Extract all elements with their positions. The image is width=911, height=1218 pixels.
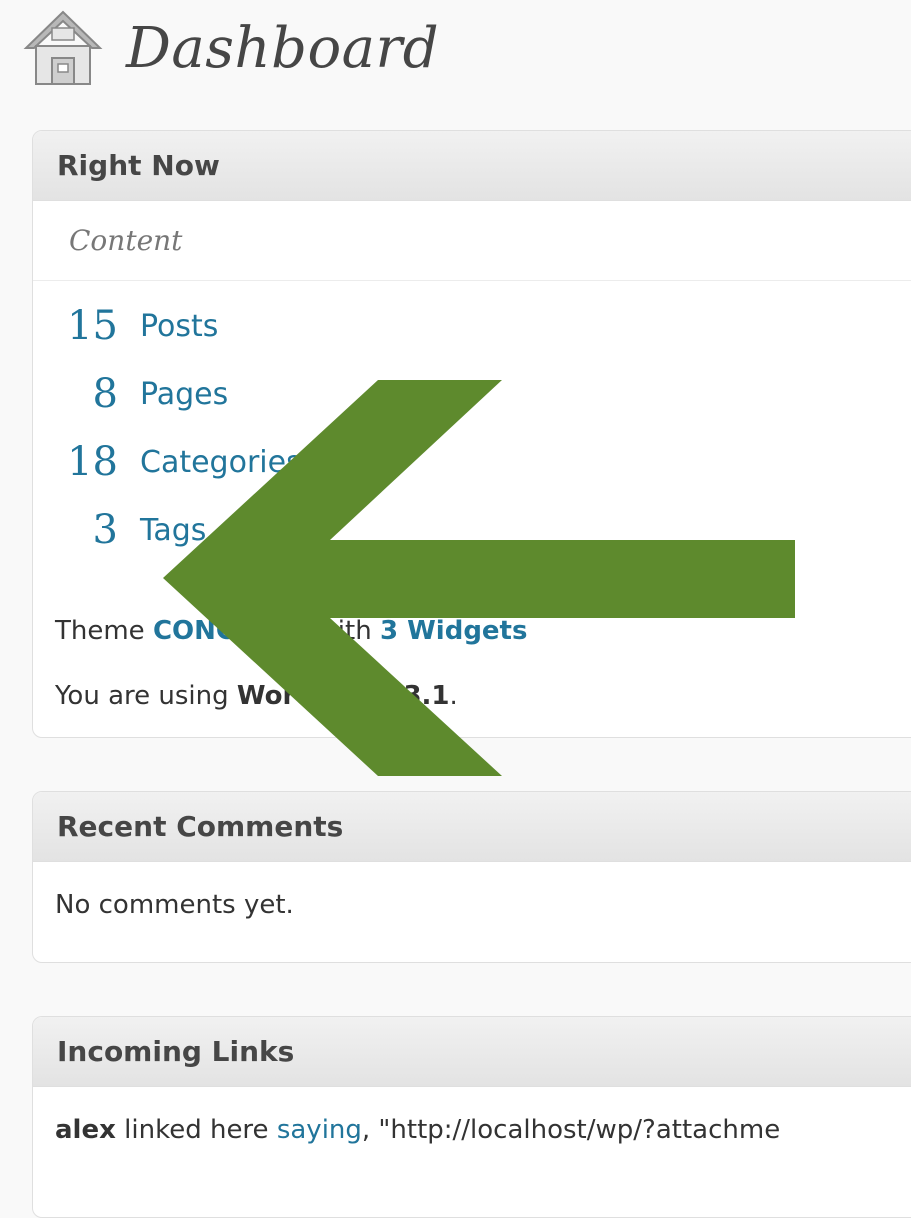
incoming-link-entry: alex linked here saying, "http://localho… xyxy=(33,1087,911,1145)
theme-line: Theme CONCRETE with 3 Widgets xyxy=(55,616,527,646)
version-name: WordPress 3.1 xyxy=(236,681,450,711)
content-subheading: Content xyxy=(33,201,911,281)
right-now-panel: Right Now Content 15 Posts 8 Pages 18 Ca… xyxy=(32,130,911,738)
categories-count[interactable]: 18 xyxy=(33,439,118,485)
incoming-links-panel: Incoming Links alex linked here saying, … xyxy=(32,1016,911,1218)
posts-row[interactable]: 15 Posts xyxy=(33,301,333,351)
incoming-links-title[interactable]: Incoming Links xyxy=(33,1017,911,1087)
tags-link[interactable]: Tags xyxy=(140,513,206,548)
widgets-link[interactable]: 3 Widgets xyxy=(380,616,528,646)
theme-link[interactable]: CONCRETE xyxy=(153,616,308,646)
right-now-title[interactable]: Right Now xyxy=(33,131,911,201)
no-comments-message: No comments yet. xyxy=(55,890,294,920)
page-header: Dashboard xyxy=(22,8,439,88)
page-title: Dashboard xyxy=(126,15,440,81)
posts-link[interactable]: Posts xyxy=(140,309,218,344)
link-author[interactable]: alex xyxy=(55,1115,116,1145)
house-icon xyxy=(23,10,103,85)
recent-comments-panel: Recent Comments No comments yet. xyxy=(32,791,911,963)
version-suffix: . xyxy=(449,681,458,711)
posts-count[interactable]: 15 xyxy=(33,303,118,349)
pages-count[interactable]: 8 xyxy=(33,371,118,417)
tags-row[interactable]: 3 Tags xyxy=(33,505,333,555)
link-text: linked here xyxy=(124,1115,269,1145)
version-line: You are using WordPress 3.1. xyxy=(55,681,458,711)
categories-link[interactable]: Categories xyxy=(140,445,302,480)
pages-link[interactable]: Pages xyxy=(140,377,228,412)
categories-row[interactable]: 18 Categories xyxy=(33,437,333,487)
link-quote: , "http://localhost/wp/?attachme xyxy=(361,1115,781,1145)
tags-count[interactable]: 3 xyxy=(33,507,118,553)
link-saying[interactable]: saying xyxy=(277,1115,362,1145)
recent-comments-title[interactable]: Recent Comments xyxy=(33,792,911,862)
version-prefix: You are using xyxy=(55,681,229,711)
theme-prefix: Theme xyxy=(55,616,145,646)
pages-row[interactable]: 8 Pages xyxy=(33,369,333,419)
theme-with: with xyxy=(316,616,372,646)
